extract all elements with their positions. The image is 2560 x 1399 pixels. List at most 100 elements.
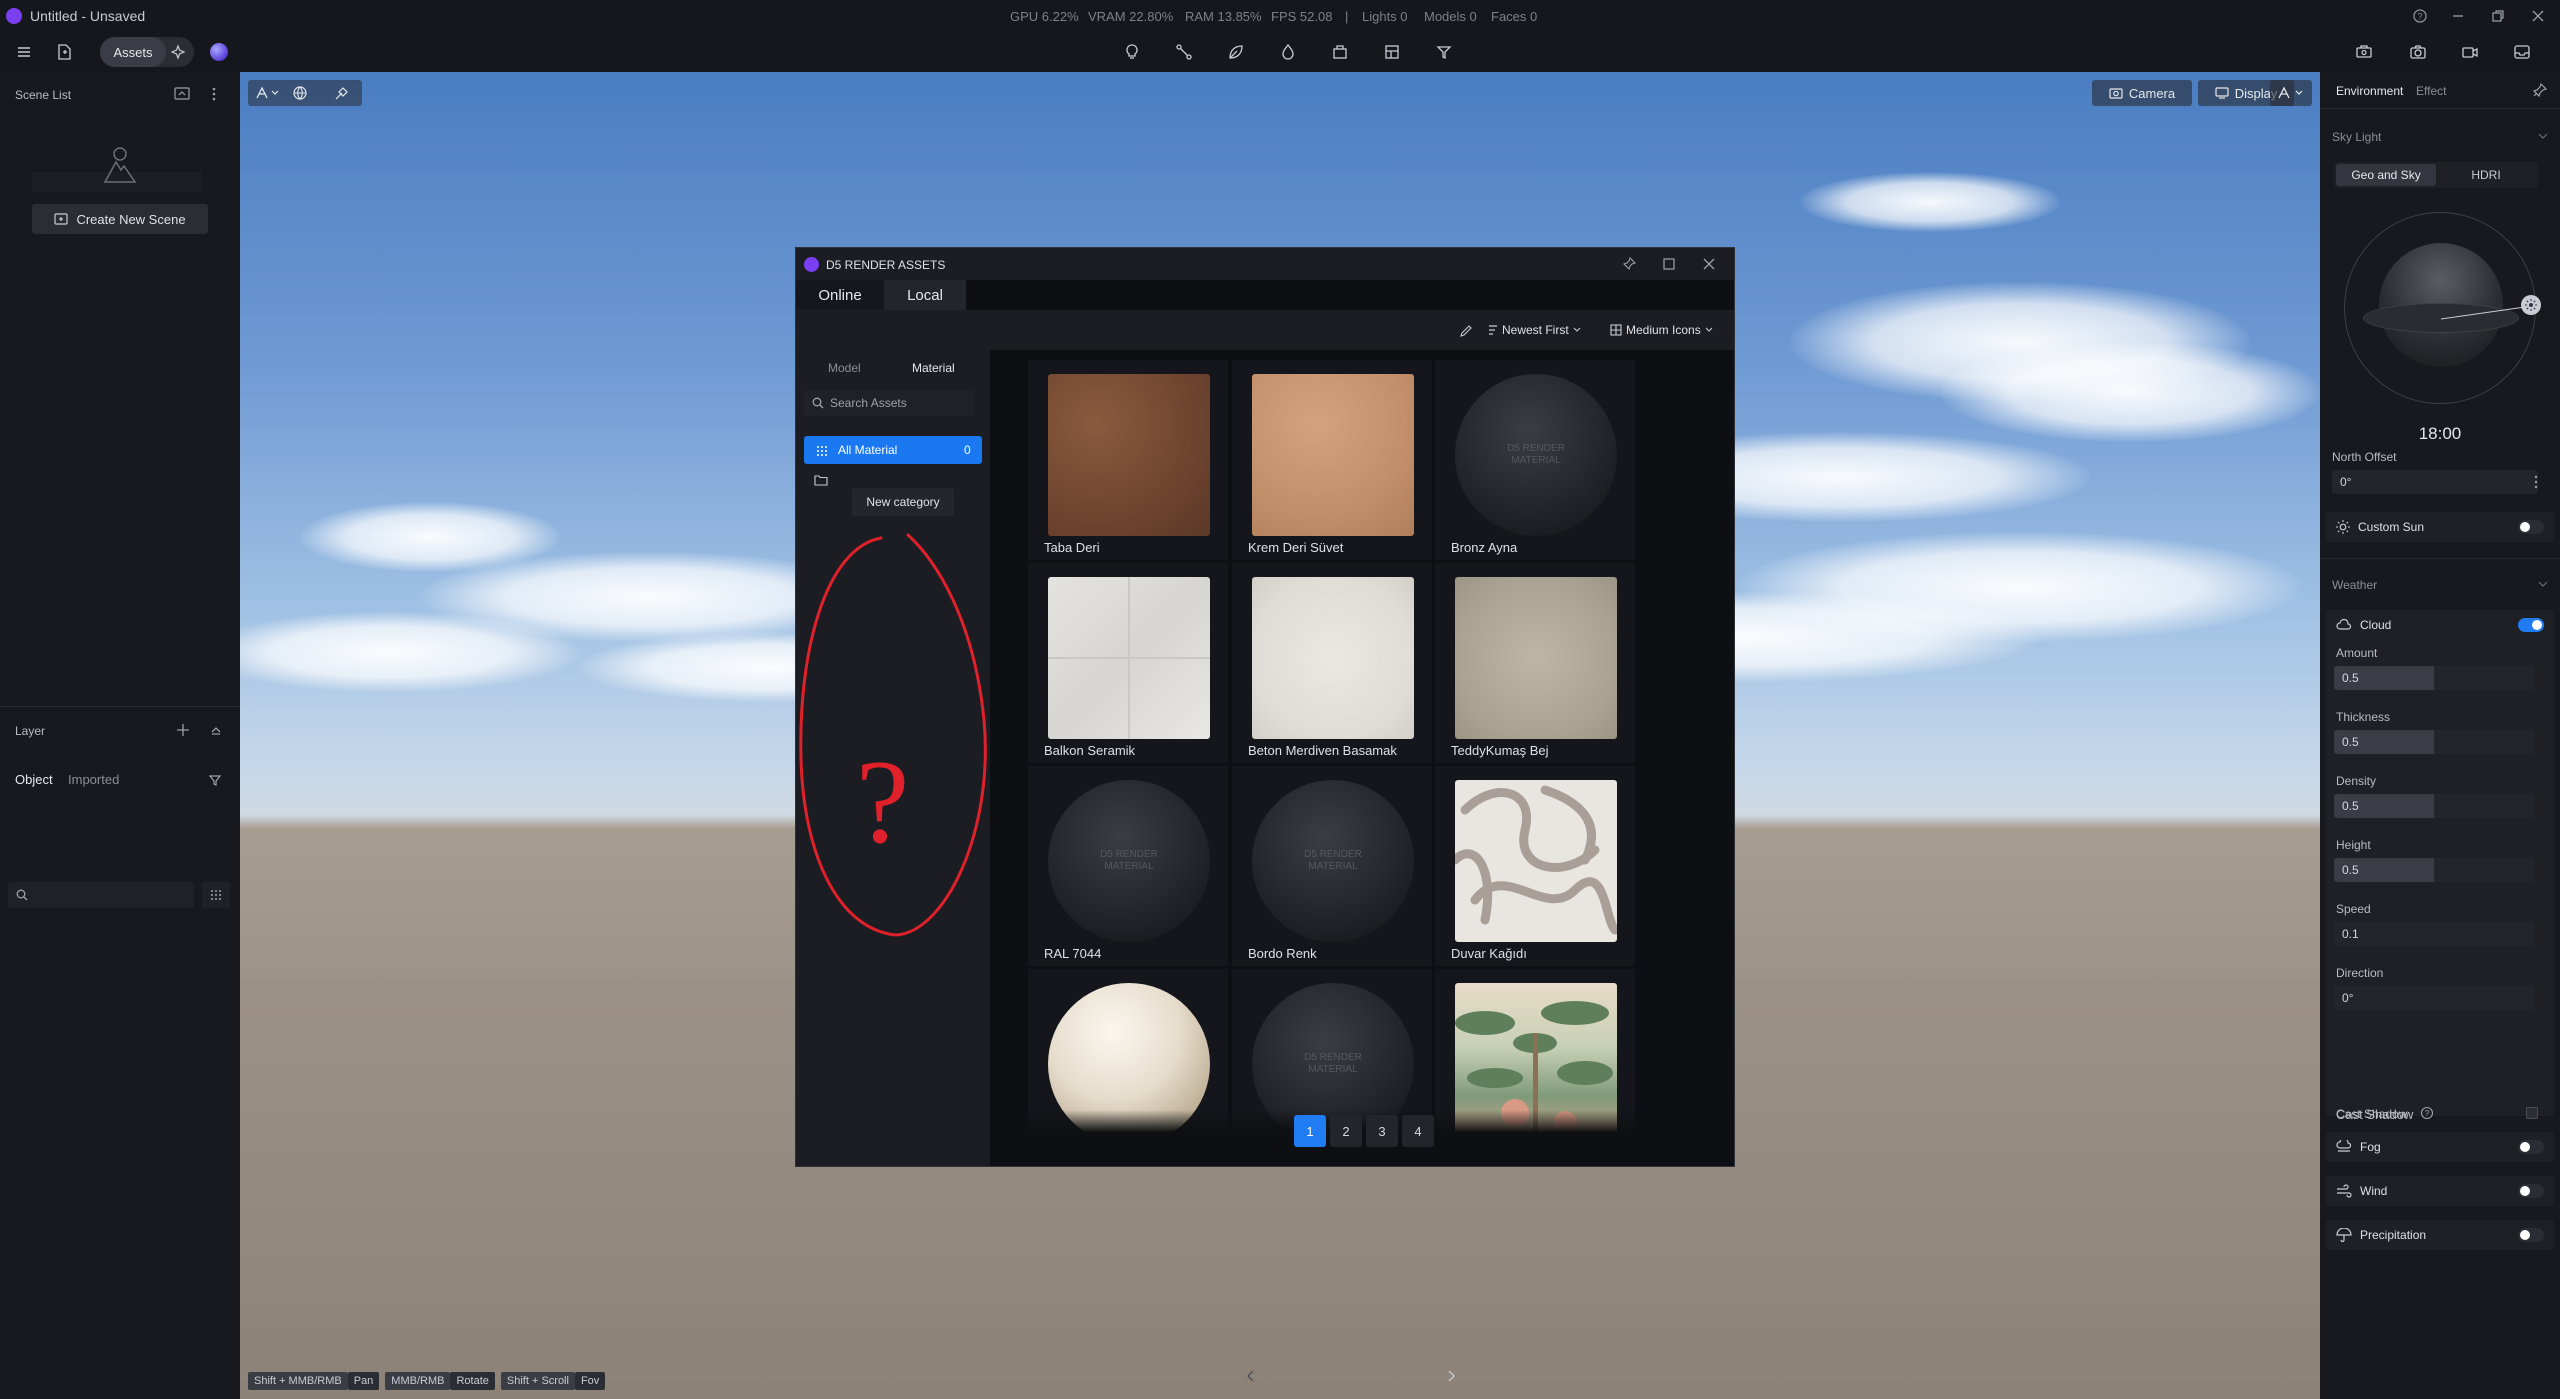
file-icon[interactable] [50, 38, 78, 66]
measure-tool-icon[interactable] [1430, 38, 1458, 66]
gizmo-dropdown[interactable] [2270, 80, 2312, 106]
tab-environment[interactable]: Environment [2336, 84, 2403, 98]
help-icon[interactable]: ? [2412, 8, 2428, 24]
fps-stat: FPS 52.08 [1271, 9, 1333, 24]
more-icon[interactable] [2533, 475, 2539, 489]
particle-tool-icon[interactable] [1274, 38, 1302, 66]
cloud [1940, 342, 2320, 442]
time-of-day[interactable]: 18:00 [2320, 424, 2560, 444]
material-card[interactable]: TeddyKumaş Bej [1435, 563, 1635, 763]
pin-panel-icon[interactable] [2532, 82, 2548, 98]
tab-local[interactable]: Local [884, 280, 966, 310]
collapse-layer-icon[interactable] [210, 725, 222, 735]
page-4-button[interactable]: 4 [1402, 1115, 1434, 1147]
cloud-toggle[interactable] [2518, 618, 2544, 632]
dialog-close-icon[interactable] [1702, 257, 1716, 271]
speed-input[interactable]: 0.1 [2334, 922, 2534, 946]
create-new-scene-button[interactable]: Create New Scene [32, 204, 208, 234]
camera-render-icon[interactable] [2404, 38, 2432, 66]
info-icon[interactable]: ? [2420, 1106, 2434, 1120]
shortcut-action: Fov [574, 1372, 606, 1390]
material-ball-icon[interactable] [210, 43, 228, 61]
grid-view-button[interactable] [202, 882, 230, 908]
assets-button[interactable]: Assets [100, 37, 166, 67]
pick-tool-icon[interactable] [334, 85, 350, 101]
next-page-icon[interactable] [1446, 1370, 1456, 1382]
add-layer-icon[interactable] [176, 723, 190, 737]
fog-toggle[interactable] [2518, 1140, 2544, 1154]
sort-dropdown[interactable]: Newest First [1488, 323, 1581, 337]
light-tool-icon[interactable] [1118, 38, 1146, 66]
add-scene-icon[interactable] [174, 87, 190, 101]
page-2-button[interactable]: 2 [1330, 1115, 1362, 1147]
video-render-icon[interactable] [2456, 38, 2484, 66]
material-card[interactable]: Beton Merdiven Basamak [1232, 563, 1432, 763]
page-1-button[interactable]: 1 [1294, 1115, 1326, 1147]
hdri-button[interactable]: HDRI [2436, 164, 2536, 186]
leaf-tool-icon[interactable] [1222, 38, 1250, 66]
scene-more-icon[interactable] [211, 87, 217, 101]
navigation-mode-icon[interactable] [254, 85, 280, 101]
direction-input[interactable]: 0° [2334, 986, 2534, 1010]
tab-effect[interactable]: Effect [2416, 84, 2446, 98]
shortcut-keys: Shift + Scroll [500, 1372, 575, 1390]
material-card[interactable]: Duvar Kağıdı [1435, 766, 1635, 966]
pin-icon[interactable] [1622, 257, 1636, 271]
chevron-down-icon[interactable] [2538, 580, 2548, 588]
height-slider[interactable]: 0.5 [2334, 858, 2534, 882]
sub-tab-model[interactable]: Model [828, 361, 861, 375]
camera-button[interactable]: Camera [2092, 80, 2192, 106]
material-thumbnail [1252, 374, 1414, 536]
new-category-tooltip: New category [852, 488, 954, 516]
geo-and-sky-button[interactable]: Geo and Sky [2336, 164, 2436, 186]
menu-icon[interactable] [10, 38, 38, 66]
search-assets-input[interactable]: Search Assets [804, 390, 974, 416]
sun-handle-icon[interactable] [2521, 295, 2541, 315]
amount-slider[interactable]: 0.5 [2334, 666, 2534, 690]
thickness-slider[interactable]: 0.5 [2334, 730, 2534, 754]
restore-icon[interactable] [2490, 8, 2506, 24]
precipitation-label: Precipitation [2360, 1228, 2427, 1242]
grid-dots-icon [817, 446, 827, 456]
inbox-icon[interactable] [2508, 38, 2536, 66]
render-queue-icon[interactable] [2350, 38, 2378, 66]
tab-imported[interactable]: Imported [68, 772, 119, 787]
material-card[interactable]: Taba Deri [1028, 360, 1228, 560]
material-card[interactable]: D5 RENDER MATERIAL RAL 7044 [1028, 766, 1228, 966]
ai-assets-icon[interactable] [170, 44, 186, 60]
section-tool-icon[interactable] [1378, 38, 1406, 66]
placeholder-text: D5 RENDER MATERIAL [1100, 849, 1158, 872]
chevron-down-icon[interactable] [2538, 132, 2548, 140]
density-slider[interactable]: 0.5 [2334, 794, 2534, 818]
globe-icon[interactable] [292, 85, 308, 101]
prev-page-icon[interactable] [1246, 1370, 1256, 1382]
category-all-material[interactable]: All Material 0 [804, 436, 982, 464]
material-card[interactable]: D5 RENDER MATERIAL Bronz Ayna [1435, 360, 1635, 560]
cloud [240, 612, 580, 692]
maximize-icon[interactable] [1662, 257, 1676, 271]
north-offset-input[interactable]: 0° [2332, 470, 2538, 494]
material-card[interactable]: Balkon Seramik [1028, 563, 1228, 763]
custom-sun-toggle[interactable] [2518, 520, 2544, 534]
filter-icon[interactable] [209, 774, 221, 786]
material-card[interactable]: Krem Deri Süvet [1232, 360, 1432, 560]
layer-search-input[interactable] [8, 882, 194, 908]
minimize-icon[interactable] [2450, 8, 2466, 24]
sub-tab-material[interactable]: Material [912, 361, 955, 375]
path-tool-icon[interactable] [1170, 38, 1198, 66]
animation-tool-icon[interactable] [1326, 38, 1354, 66]
wind-toggle[interactable] [2518, 1184, 2544, 1198]
cast-shadow-checkbox[interactable] [2526, 1107, 2538, 1119]
page-3-button[interactable]: 3 [1366, 1115, 1398, 1147]
precipitation-toggle[interactable] [2518, 1228, 2544, 1242]
edit-icon[interactable] [1459, 324, 1473, 338]
view-mode-dropdown[interactable]: Medium Icons [1610, 323, 1713, 337]
search-icon [812, 397, 824, 409]
material-card[interactable]: D5 RENDER MATERIAL Bordo Renk [1232, 766, 1432, 966]
tab-online[interactable]: Online [796, 280, 884, 310]
tab-object[interactable]: Object [15, 772, 53, 787]
new-folder-icon[interactable] [814, 474, 828, 486]
wind-icon [2337, 1184, 2352, 1198]
close-icon[interactable] [2530, 8, 2546, 24]
sun-position-dial[interactable] [2344, 212, 2541, 404]
